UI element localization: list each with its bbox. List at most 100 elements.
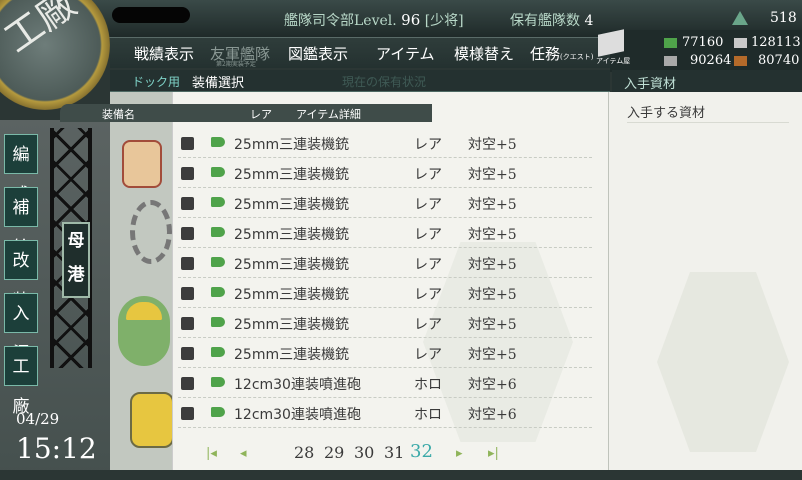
materials-panel: 入手する資材: [608, 92, 802, 480]
resource-panel: アイテム屋 77160 128113 90264 80740: [596, 29, 802, 72]
fairy-worker-icon: [118, 296, 170, 366]
col-rarity: レア: [250, 108, 272, 121]
row-checkbox[interactable]: [181, 347, 194, 360]
equip-detail: 対空+5: [468, 137, 517, 153]
develop-gear-icon: [130, 200, 172, 264]
table-row[interactable]: 12cm30連装噴進砲 ホロ 対空+6: [178, 368, 592, 398]
redacted-name: [112, 7, 190, 23]
side-repair[interactable]: 入渠: [4, 293, 38, 364]
last-page-icon[interactable]: ▸|: [488, 446, 499, 461]
coin-count: 518: [770, 10, 797, 26]
side-organize[interactable]: 編成: [4, 134, 38, 205]
col-name: 装備名: [102, 108, 135, 121]
table-header: 装備名 レア アイテム詳細: [60, 104, 432, 122]
furniture-coin-icon: [732, 11, 748, 25]
equip-rarity: ホロ: [414, 407, 442, 423]
aa-gun-icon: [211, 167, 225, 177]
materials-label: 入手する資材: [627, 106, 706, 121]
pagination: |◂ ◂ 28 29 30 31 32 ▸ ▸|: [178, 440, 592, 466]
clock-date: 04/29: [16, 410, 60, 428]
faint-label: 現在の保有状況: [342, 75, 427, 89]
aa-gun-icon: [211, 137, 225, 147]
page-29[interactable]: 29: [324, 443, 344, 462]
equip-rarity: ホロ: [414, 377, 442, 393]
equip-rarity: レア: [414, 257, 442, 273]
equip-name: 25mm三連装機銃: [234, 137, 350, 153]
side-supply[interactable]: 補給: [4, 187, 38, 258]
build-icon: [122, 140, 162, 188]
page-28[interactable]: 28: [294, 443, 314, 462]
scrap-icon: [130, 392, 174, 448]
equip-detail: 対空+5: [468, 167, 517, 183]
row-checkbox[interactable]: [181, 257, 194, 270]
equip-detail: 対空+6: [468, 407, 517, 423]
port-button[interactable]: 母港: [62, 222, 90, 298]
fuel-value: 77160: [682, 35, 724, 50]
dock-label: ドック用: [132, 75, 181, 89]
nav-encyclopedia[interactable]: 図鑑表示: [288, 43, 348, 64]
nav-quest[interactable]: 任務(クエスト): [530, 43, 593, 64]
row-checkbox[interactable]: [181, 287, 194, 300]
table-row[interactable]: 25mm三連装機銃 レア 対空+5: [178, 128, 592, 158]
row-checkbox[interactable]: [181, 197, 194, 210]
hq-level: 艦隊司令部Level. 96 [少将]: [284, 11, 464, 29]
page-31[interactable]: 31: [384, 443, 404, 462]
fuel-icon: [664, 38, 677, 48]
equip-name: 12cm30連装噴進砲: [234, 407, 361, 423]
equip-name: 12cm30連装噴進砲: [234, 377, 361, 393]
table-row[interactable]: 25mm三連装機銃 レア 対空+5: [178, 188, 592, 218]
nav-friend-fleet[interactable]: 友軍艦隊 第2期実装予定: [210, 43, 270, 68]
equip-name: 25mm三連装機銃: [234, 197, 350, 213]
nav-record[interactable]: 戦績表示: [134, 43, 194, 64]
row-checkbox[interactable]: [181, 407, 194, 420]
equip-detail: 対空+5: [468, 317, 517, 333]
equip-detail: 対空+5: [468, 287, 517, 303]
aa-gun-icon: [211, 197, 225, 207]
next-page-icon[interactable]: ▸: [456, 446, 463, 461]
table-row[interactable]: 25mm三連装機銃 レア 対空+5: [178, 218, 592, 248]
equip-name: 25mm三連装機銃: [234, 347, 350, 363]
aa-gun-icon: [211, 317, 225, 327]
table-row[interactable]: 25mm三連装機銃 レア 対空+5: [178, 338, 592, 368]
steel-value: 90264: [690, 53, 732, 68]
bauxite-icon: [734, 56, 747, 66]
equip-rarity: レア: [414, 227, 442, 243]
table-row[interactable]: 25mm三連装機銃 レア 対空+5: [178, 248, 592, 278]
right-title: 入手資材: [612, 70, 802, 92]
equip-rarity: レア: [414, 197, 442, 213]
arsenal-crest: 工廠: [0, 0, 110, 110]
first-page-icon[interactable]: |◂: [206, 446, 217, 461]
equip-name: 25mm三連装機銃: [234, 317, 350, 333]
sub-header: ドック用 装備選択 現在の保有状況: [110, 70, 610, 92]
bauxite-value: 80740: [758, 53, 800, 68]
aa-gun-icon: [211, 227, 225, 237]
page-32-current[interactable]: 32: [410, 441, 433, 462]
table-row[interactable]: 25mm三連装機銃 レア 対空+5: [178, 278, 592, 308]
row-checkbox[interactable]: [181, 167, 194, 180]
side-arsenal[interactable]: 工廠: [4, 346, 38, 417]
equip-name: 25mm三連装機銃: [234, 287, 350, 303]
equip-select-title: 装備選択: [192, 76, 245, 91]
item-shop-icon[interactable]: [598, 29, 624, 57]
side-remodel[interactable]: 改装: [4, 240, 38, 311]
table-row[interactable]: 25mm三連装機銃 レア 対空+5: [178, 308, 592, 338]
table-row[interactable]: 25mm三連装機銃 レア 対空+5: [178, 158, 592, 188]
item-shop-label: アイテム屋: [596, 57, 631, 65]
equip-rarity: レア: [414, 347, 442, 363]
nav-items[interactable]: アイテム: [376, 43, 435, 64]
prev-page-icon[interactable]: ◂: [240, 446, 247, 461]
row-checkbox[interactable]: [181, 317, 194, 330]
equip-rarity: レア: [414, 167, 442, 183]
main-nav: 戦績表示 友軍艦隊 第2期実装予定 図鑑表示 アイテム 模様替え 任務(クエスト): [110, 38, 610, 68]
row-checkbox[interactable]: [181, 137, 194, 150]
row-checkbox[interactable]: [181, 227, 194, 240]
aa-gun-icon: [211, 407, 225, 417]
aa-gun-icon: [211, 287, 225, 297]
page-30[interactable]: 30: [354, 443, 374, 462]
aa-gun-icon: [211, 377, 225, 387]
row-checkbox[interactable]: [181, 377, 194, 390]
equip-detail: 対空+5: [468, 347, 517, 363]
table-row[interactable]: 12cm30連装噴進砲 ホロ 対空+6: [178, 398, 592, 428]
nav-interior[interactable]: 模様替え: [454, 43, 514, 64]
aa-gun-icon: [211, 257, 225, 267]
